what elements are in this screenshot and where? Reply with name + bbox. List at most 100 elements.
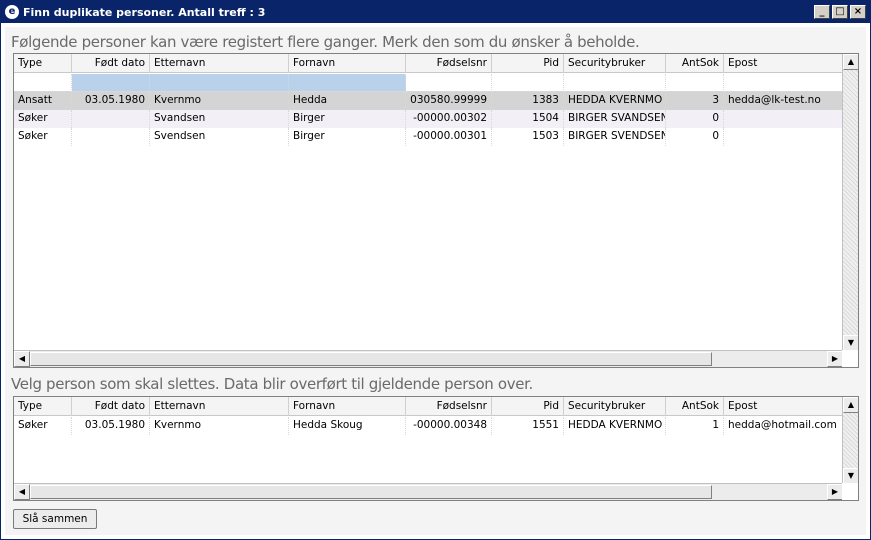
cell-pid: 1504 <box>492 110 564 128</box>
cell-first-name: Birger <box>289 110 406 128</box>
cell-security-user: HEDDA KVERNMO <box>564 92 666 110</box>
cell-security-user: BIRGER SVANDSEN <box>564 110 666 128</box>
column-header-email[interactable]: Epost <box>724 397 844 416</box>
filter-cell-ant-sok[interactable] <box>666 74 724 92</box>
merge-button[interactable]: Slå sammen <box>13 509 97 529</box>
table-row[interactable]: Ansatt 03.05.1980 Kvernmo Hedda 030580.99999… <box>14 92 844 110</box>
cell-birth-date <box>72 110 150 128</box>
cell-first-name: Birger <box>289 128 406 146</box>
cell-pid: 1383 <box>492 92 564 110</box>
cell-type: Ansatt <box>14 92 72 110</box>
table-row[interactable]: Søker Svandsen Birger -00000.00302 1504 BIRGE… <box>14 110 844 128</box>
horizontal-scroll-thumb[interactable] <box>30 352 712 366</box>
horizontal-scroll-thumb[interactable] <box>30 485 712 499</box>
column-header-last-name[interactable]: Etternavn <box>150 54 289 73</box>
app-e-icon: e <box>5 5 19 19</box>
column-header-birth-date[interactable]: Født dato <box>72 397 150 416</box>
cell-ant-sok: 0 <box>666 128 724 146</box>
cell-ssn: -00000.00302 <box>406 110 492 128</box>
column-header-ssn[interactable]: Fødselsnr <box>406 397 492 416</box>
cell-ant-sok: 3 <box>666 92 724 110</box>
cell-first-name: Hedda Skoug <box>289 417 406 435</box>
column-header-ant-sok[interactable]: AntSok <box>666 397 724 416</box>
cell-type: Søker <box>14 417 72 435</box>
horizontal-scrollbar[interactable]: ◀ ▶ <box>14 483 843 500</box>
scroll-down-icon[interactable]: ▼ <box>843 335 858 351</box>
cell-email: hedda@lk-test.no <box>724 92 844 110</box>
table-row[interactable]: Søker Svendsen Birger -00000.00301 1503 BIRGE… <box>14 128 844 146</box>
cell-type: Søker <box>14 110 72 128</box>
minimize-button[interactable]: _ <box>814 5 830 19</box>
filter-cell-pid[interactable] <box>492 74 564 92</box>
keep-person-grid[interactable]: Type Født dato Etternavn Fornavn Fødselsnr Pi… <box>13 53 859 368</box>
filter-cell-ssn[interactable] <box>406 74 492 92</box>
column-header-pid[interactable]: Pid <box>492 397 564 416</box>
column-header-last-name[interactable]: Etternavn <box>150 397 289 416</box>
client-area: Følgende personer kan være registert fle… <box>5 27 866 535</box>
minimize-icon: _ <box>819 6 825 17</box>
scroll-down-icon[interactable]: ▼ <box>843 468 858 484</box>
scroll-right-icon[interactable]: ▶ <box>827 484 843 500</box>
scroll-left-icon[interactable]: ◀ <box>14 484 30 500</box>
column-header-email[interactable]: Epost <box>724 54 844 73</box>
vertical-scrollbar[interactable]: ▲ ▼ <box>842 54 858 351</box>
scroll-left-icon[interactable]: ◀ <box>14 351 30 367</box>
cell-email <box>724 110 844 128</box>
scroll-up-icon[interactable]: ▲ <box>843 54 858 70</box>
maximize-button[interactable]: □ <box>832 5 848 19</box>
cell-birth-date: 03.05.1980 <box>72 92 150 110</box>
column-header-ssn[interactable]: Fødselsnr <box>406 54 492 73</box>
delete-section-label: Velg person som skal slettes. Data blir … <box>11 375 533 393</box>
scroll-corner <box>842 483 858 500</box>
close-icon: × <box>853 6 863 17</box>
cell-security-user: BIRGER SVENDSEN <box>564 128 666 146</box>
cell-last-name: Svandsen <box>150 110 289 128</box>
column-header-security-user[interactable]: Securitybruker <box>564 54 666 73</box>
cell-pid: 1503 <box>492 128 564 146</box>
filter-cell-type[interactable] <box>14 74 72 92</box>
cell-email: hedda@hotmail.com <box>724 417 844 435</box>
keep-section-label: Følgende personer kan være registert fle… <box>11 33 640 51</box>
cell-ant-sok: 1 <box>666 417 724 435</box>
filter-cell-email[interactable] <box>724 74 844 92</box>
column-header-pid[interactable]: Pid <box>492 54 564 73</box>
column-header-ant-sok[interactable]: AntSok <box>666 54 724 73</box>
horizontal-scrollbar[interactable]: ◀ ▶ <box>14 350 843 367</box>
cell-last-name: Svendsen <box>150 128 289 146</box>
cell-first-name: Hedda <box>289 92 406 110</box>
column-header-birth-date[interactable]: Født dato <box>72 54 150 73</box>
scroll-up-icon[interactable]: ▲ <box>843 397 858 413</box>
column-header-first-name[interactable]: Fornavn <box>289 397 406 416</box>
cell-pid: 1551 <box>492 417 564 435</box>
cell-ant-sok: 0 <box>666 110 724 128</box>
scroll-right-icon[interactable]: ▶ <box>827 351 843 367</box>
cell-ssn: -00000.00301 <box>406 128 492 146</box>
cell-last-name: Kvernmo <box>150 417 289 435</box>
window-title: Finn duplikate personer. Antall treff : … <box>23 5 266 19</box>
title-bar[interactable]: e Finn duplikate personer. Antall treff … <box>1 1 870 23</box>
keep-grid-header: Type Født dato Etternavn Fornavn Fødselsnr Pi… <box>14 54 844 73</box>
cell-security-user: HEDDA KVERNMO 1 <box>564 417 666 435</box>
column-header-first-name[interactable]: Fornavn <box>289 54 406 73</box>
cell-ssn: 030580.99999 <box>406 92 492 110</box>
filter-cell-first-name[interactable] <box>289 74 406 92</box>
column-header-type[interactable]: Type <box>14 397 72 416</box>
delete-person-grid[interactable]: Type Født dato Etternavn Fornavn Fødselsnr Pi… <box>13 396 859 501</box>
filter-cell-birth-date[interactable] <box>72 74 150 92</box>
filter-cell-last-name[interactable] <box>150 74 289 92</box>
cell-birth-date <box>72 128 150 146</box>
cell-ssn: -00000.00348 <box>406 417 492 435</box>
cell-type: Søker <box>14 128 72 146</box>
filter-cell-security-user[interactable] <box>564 74 666 92</box>
scroll-corner <box>842 350 858 367</box>
cell-birth-date: 03.05.1980 <box>72 417 150 435</box>
table-row[interactable]: Søker 03.05.1980 Kvernmo Hedda Skoug -00000.… <box>14 417 844 435</box>
maximize-icon: □ <box>835 6 845 17</box>
filter-row[interactable] <box>14 74 844 92</box>
cell-email <box>724 128 844 146</box>
close-button[interactable]: × <box>850 5 866 19</box>
duplicate-persons-window: e Finn duplikate personer. Antall treff … <box>0 0 871 540</box>
vertical-scrollbar[interactable]: ▲ ▼ <box>842 397 858 484</box>
column-header-security-user[interactable]: Securitybruker <box>564 397 666 416</box>
column-header-type[interactable]: Type <box>14 54 72 73</box>
